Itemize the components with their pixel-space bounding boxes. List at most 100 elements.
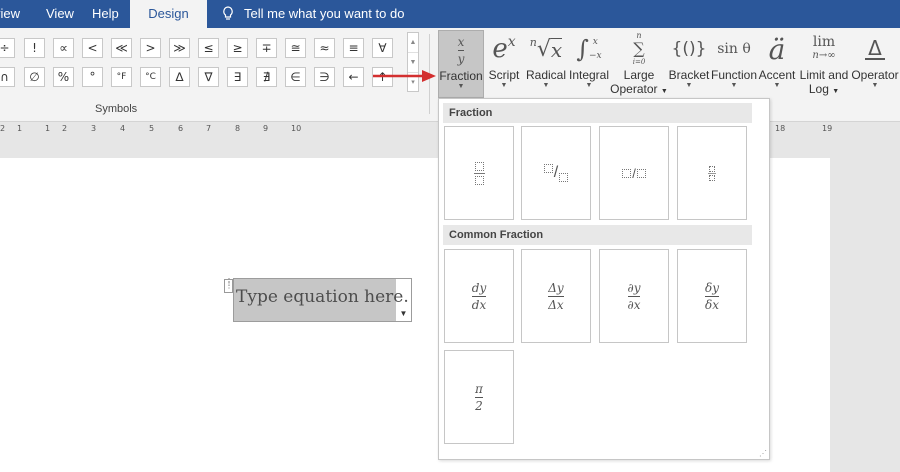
chevron-down-icon: ▼: [660, 88, 668, 95]
ruler-tick-label: 1: [45, 124, 51, 133]
symbol-button[interactable]: °F: [111, 67, 132, 87]
script-button[interactable]: ex Script ▼: [486, 30, 522, 98]
ruler-tick-label: 2: [62, 124, 68, 133]
ruler-tick-label: 3: [91, 124, 97, 133]
sum-icon: n ∑ i=0: [632, 31, 646, 66]
function-button[interactable]: sin θ Function ▼: [710, 30, 758, 98]
symbol-button[interactable]: !: [24, 38, 45, 58]
symbol-button[interactable]: ≅: [285, 38, 306, 58]
ruler-tick-label: 5: [149, 124, 155, 133]
fraction-small-delta-tile[interactable]: δy δx: [677, 249, 747, 343]
bracket-button[interactable]: {()} Bracket ▼: [668, 30, 710, 98]
chevron-down-icon: ▼: [871, 82, 879, 89]
large-operator-button[interactable]: n ∑ i=0 Large Operator ▼: [610, 30, 668, 98]
chevron-down-icon: ▼: [730, 82, 738, 89]
fraction-label: Fraction: [439, 69, 483, 83]
fraction-dy-dx-tile[interactable]: dy dx: [444, 249, 514, 343]
limit-label-1: Limit and: [799, 68, 849, 82]
stacked-fraction-icon: [473, 161, 485, 185]
chevron-down-icon: ▼: [685, 82, 693, 89]
function-label: Function: [710, 68, 758, 82]
equation-placeholder[interactable]: Type equation here.: [234, 279, 409, 321]
fraction-gallery: Fraction / / Common Fraction dy dx Δy Δx ∂…: [438, 98, 770, 460]
fraction-pi-over-2-tile[interactable]: π2: [444, 350, 514, 444]
fraction-dy-dx: dy dx: [471, 280, 487, 312]
integral-label: Integral: [568, 68, 610, 82]
accent-label: Accent: [758, 68, 796, 82]
symbol-button[interactable]: >: [140, 38, 161, 58]
fraction-small-delta-y-x: δy δx: [704, 280, 719, 312]
symbol-button[interactable]: °C: [140, 67, 161, 87]
fraction-delta-y-delta-x: Δy Δx: [548, 280, 564, 312]
symbol-button[interactable]: ∆: [169, 67, 190, 87]
symbol-button[interactable]: ≡: [343, 38, 364, 58]
chevron-down-icon: ▼: [832, 88, 840, 95]
ruler-tick-label: 6: [178, 124, 184, 133]
chevron-down-icon: ▼: [585, 82, 593, 89]
small-fraction-icon: [708, 165, 716, 181]
small-fraction-tile[interactable]: [677, 126, 747, 220]
symbol-button[interactable]: ∈: [285, 67, 306, 87]
large-operator-label-2: Operator ▼: [610, 82, 668, 96]
linear-fraction-tile[interactable]: /: [599, 126, 669, 220]
accent-icon: ä: [768, 32, 786, 66]
fraction-button[interactable]: xy Fraction ▼: [438, 30, 484, 98]
chevron-down-icon: ▼: [500, 82, 508, 89]
tell-me-box[interactable]: Tell me what you want to do: [222, 0, 404, 28]
tab-help[interactable]: Help: [92, 0, 122, 28]
symbol-button[interactable]: <: [82, 38, 103, 58]
symbol-button[interactable]: ∃: [227, 67, 248, 87]
radical-button[interactable]: n √ x Radical ▼: [524, 30, 568, 98]
symbol-button[interactable]: %: [53, 67, 74, 87]
symbol-button[interactable]: ≫: [169, 38, 190, 58]
ruler-tick-label: 8: [235, 124, 241, 133]
tab-review[interactable]: view: [0, 0, 34, 28]
chevron-down-icon: ▼: [542, 82, 550, 89]
bracket-label: Bracket: [668, 68, 710, 82]
accent-button[interactable]: ä Accent ▼: [758, 30, 796, 98]
fraction-delta-tile[interactable]: Δy Δx: [521, 249, 591, 343]
symbol-button[interactable]: ∓: [256, 38, 277, 58]
chevron-down-icon: ▼: [457, 83, 465, 90]
resize-grip-icon[interactable]: ⋰: [759, 449, 767, 458]
equation-options-dropdown-icon[interactable]: ▼: [396, 306, 411, 321]
scroll-up-icon[interactable]: ▲: [408, 33, 418, 53]
symbol-button[interactable]: ≈: [314, 38, 335, 58]
bracket-icon: {()}: [671, 39, 707, 59]
symbol-button[interactable]: ∀: [372, 38, 393, 58]
gallery-section-fraction: Fraction: [443, 103, 752, 123]
operator-icon: Δ: [850, 30, 900, 68]
symbol-button[interactable]: ∋: [314, 67, 335, 87]
symbol-button[interactable]: ∄: [256, 67, 277, 87]
chevron-down-icon: ▼: [773, 82, 781, 89]
lightbulb-icon: [223, 6, 233, 20]
skewed-fraction-tile[interactable]: /: [521, 126, 591, 220]
integral-button[interactable]: ∫ x −x Integral ▼: [568, 30, 610, 98]
symbol-button[interactable]: ÷: [0, 38, 15, 58]
tab-view[interactable]: View: [46, 0, 76, 28]
symbol-button[interactable]: ≪: [111, 38, 132, 58]
symbol-button[interactable]: ≥: [227, 38, 248, 58]
ruler-tick-label: 2: [0, 124, 6, 133]
symbol-button[interactable]: ←: [343, 67, 364, 87]
ruler-tick-label: 10: [291, 124, 302, 133]
symbol-button[interactable]: ∇: [198, 67, 219, 87]
integral-icon: ∫ x −x: [576, 35, 602, 63]
symbol-button[interactable]: ∩: [0, 67, 15, 87]
symbol-button[interactable]: ≤: [198, 38, 219, 58]
skewed-fraction-icon: /: [543, 163, 569, 183]
operator-button[interactable]: Δ Operator ▼: [850, 30, 900, 98]
fraction-partial-tile[interactable]: ∂y ∂x: [599, 249, 669, 343]
operator-label: Operator: [851, 68, 899, 82]
limit-icon: lim n→∞: [812, 34, 836, 61]
limit-and-log-button[interactable]: lim n→∞ Limit and Log ▼: [796, 30, 852, 98]
symbol-gallery-scroll[interactable]: ▲ ▼ ▾: [407, 32, 419, 92]
symbol-button[interactable]: ∅: [24, 67, 45, 87]
ruler-tick-label: 4: [120, 124, 126, 133]
symbol-button[interactable]: ∝: [53, 38, 74, 58]
stacked-fraction-tile[interactable]: [444, 126, 514, 220]
equation-move-handle-icon[interactable]: ⋮ ⋮: [224, 278, 233, 293]
radical-label: Radical: [525, 68, 567, 82]
tab-design[interactable]: Design: [130, 0, 207, 28]
symbol-button[interactable]: °: [82, 67, 103, 87]
